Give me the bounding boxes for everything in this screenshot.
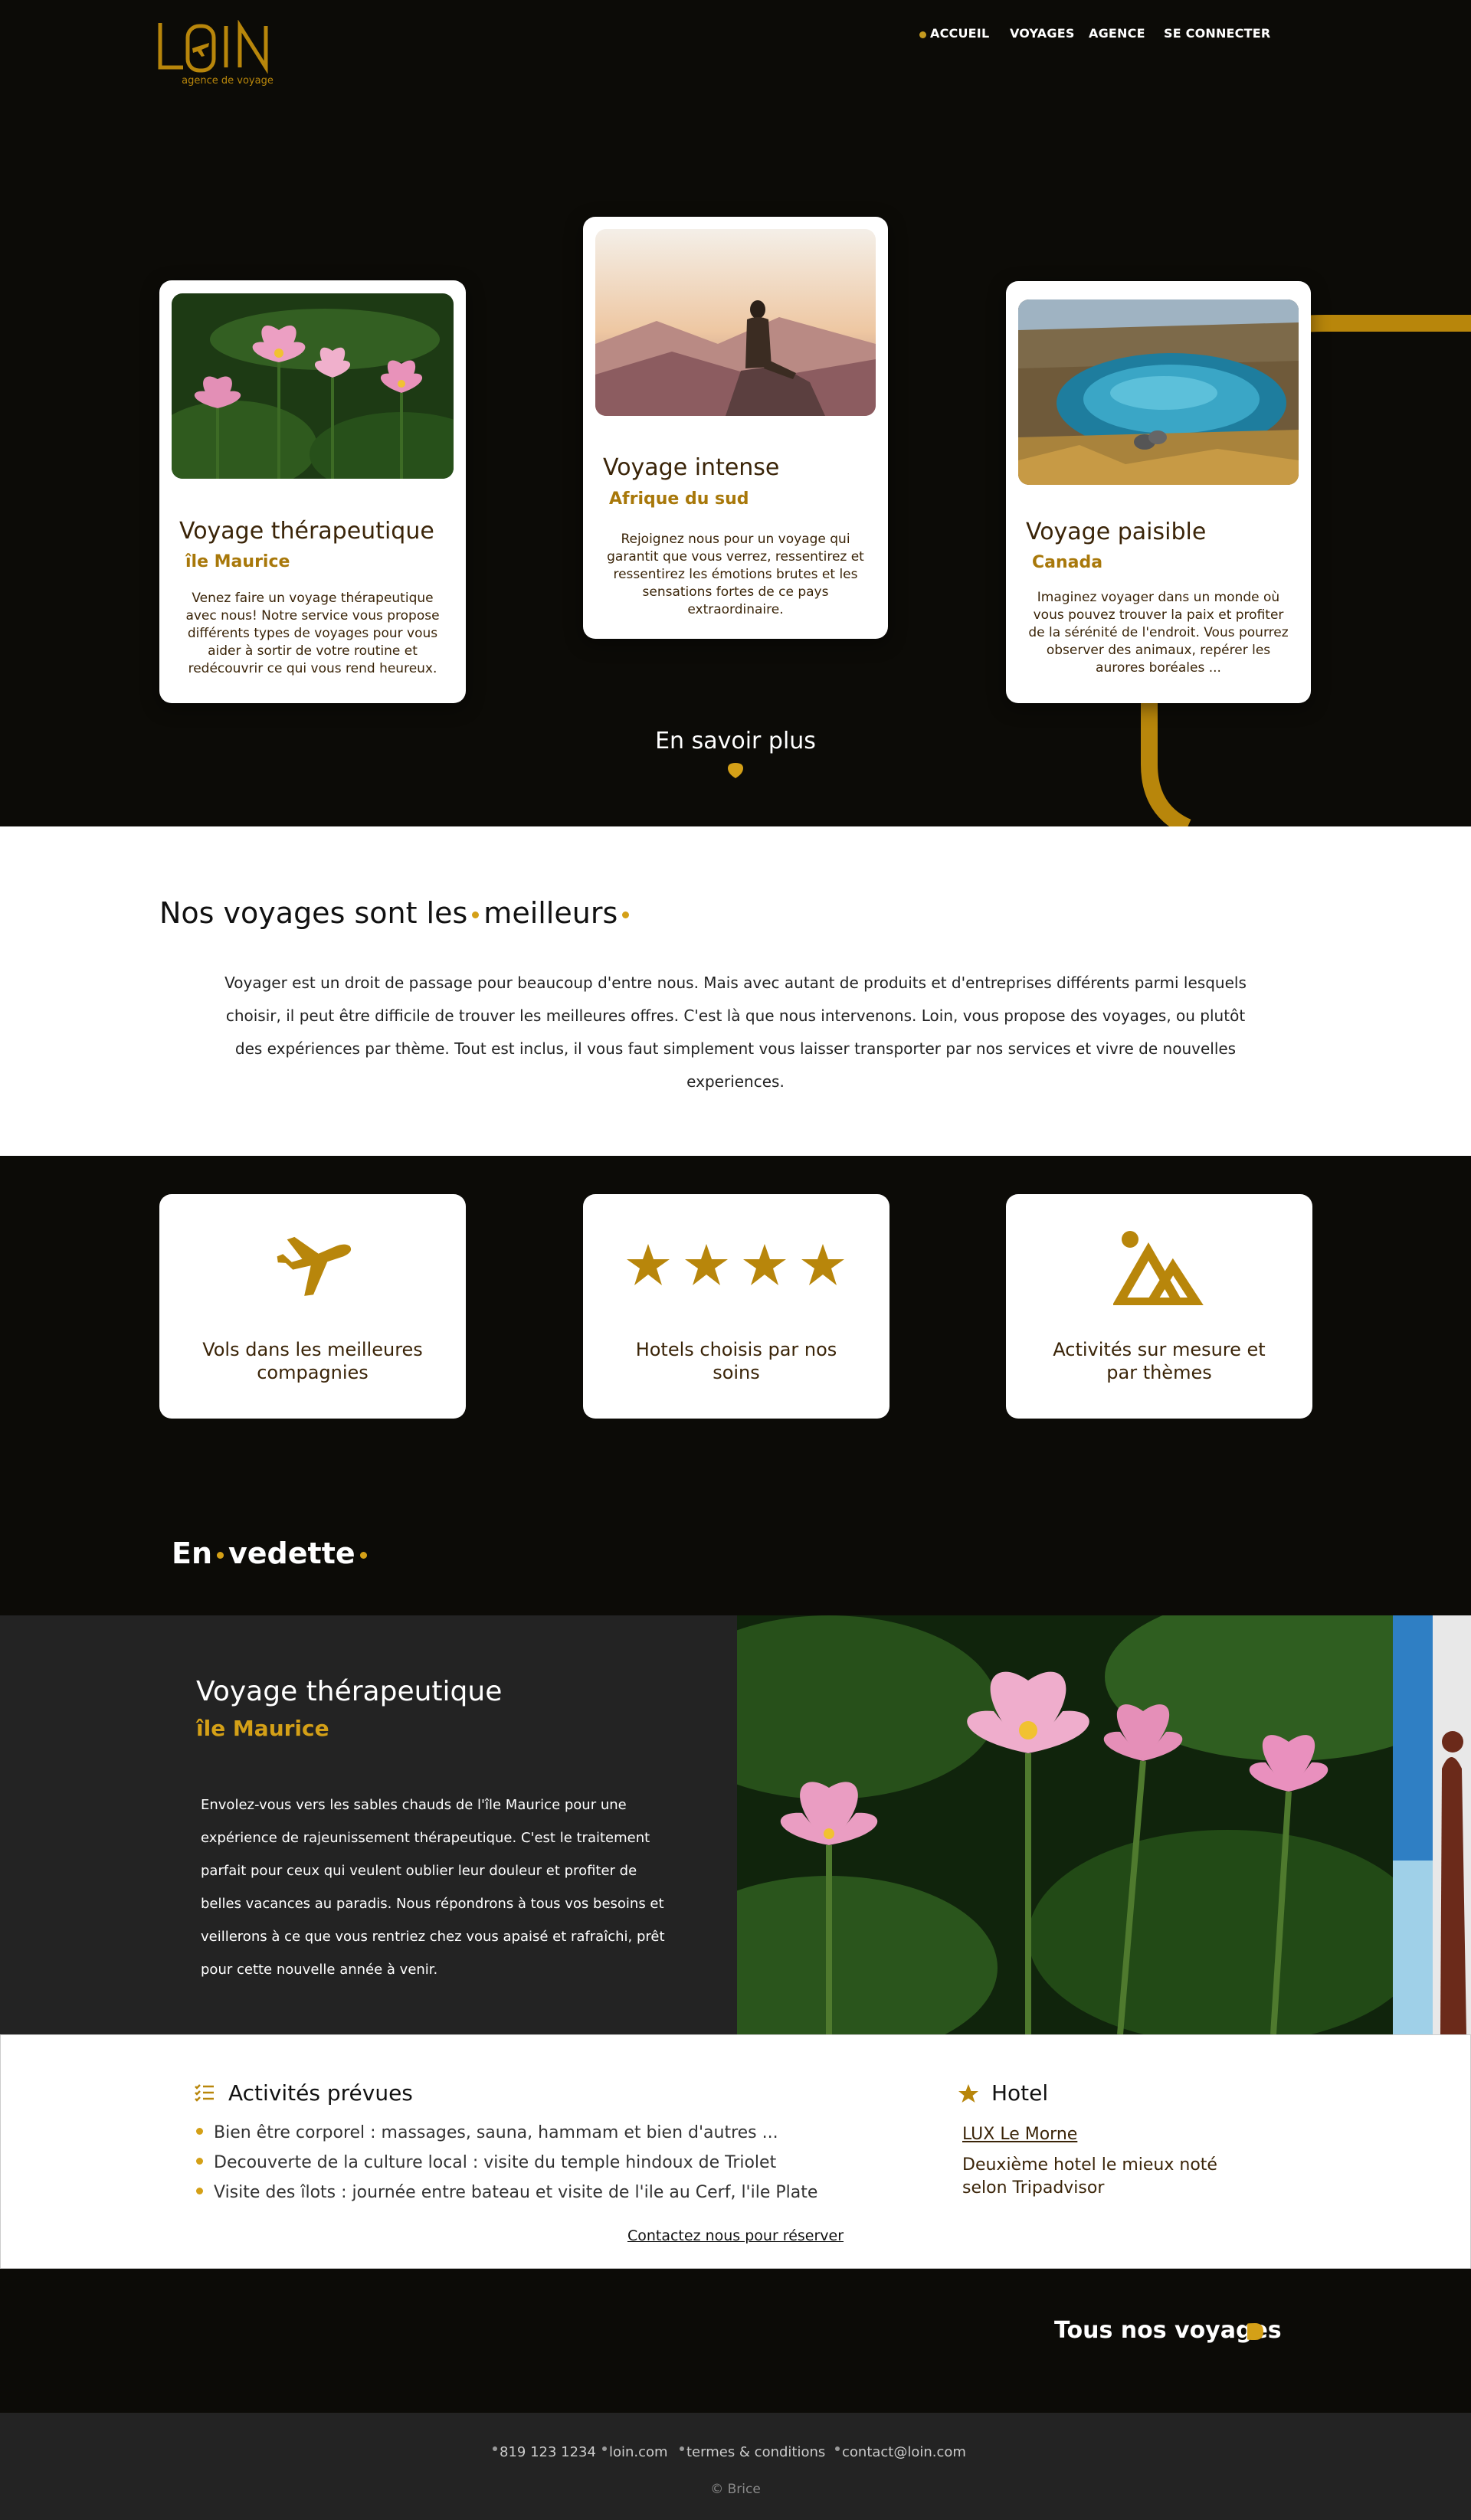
featured-lotus-image [737,1615,1393,2034]
plane-icon [277,1236,352,1296]
vedette-title-part-b: vedette [228,1537,355,1570]
next-slide-preview[interactable] [1393,1615,1471,2034]
nav-se-connecter[interactable]: SE CONNECTER [1164,26,1270,44]
feature-card-flights: Vols dans les meilleures compagnies [159,1194,466,1419]
card-subtitle: île Maurice [185,552,290,571]
feature-label: Activités sur mesure et par thèmes [1053,1339,1266,1383]
bullet [196,2157,203,2165]
mountain-icon [1113,1231,1204,1305]
star-icon [958,2084,978,2103]
chevron-down-icon[interactable] [727,762,744,779]
card-description: Imaginez voyager dans un monde où vous p… [1028,590,1289,676]
intro-title-part-a: Nos voyages sont les [159,896,468,930]
feature-label: Vols dans les meilleures compagnies [202,1339,423,1383]
intro-title-part-b: meilleurs [483,896,618,930]
activities-title: Activités prévues [228,2080,413,2106]
intro-text: Voyager est un droit de passage pour bea… [224,974,1247,1091]
title-dot [472,911,480,918]
vedette-title: En vedette [172,1537,372,1570]
footer-dot [680,2446,684,2451]
footer-email[interactable]: contact@loin.com [835,2444,966,2460]
intro-title: Nos voyages sont les meilleurs [159,896,634,930]
card-subtitle: Canada [1032,553,1103,572]
nav-agence[interactable]: AGENCE [1089,26,1145,44]
feature-card-hotels: Hotels choisis par nos soins [583,1194,889,1419]
nav-accueil[interactable]: ACCUEIL [919,26,990,44]
active-nav-dot [919,31,926,38]
card-subtitle: Afrique du sud [609,489,749,509]
footer-phone-label: 819 123 1234 [500,2444,596,2460]
card-title: Voyage paisible [1026,519,1207,545]
lotus-image [172,293,454,479]
title-dot [359,1552,367,1559]
feature-label: Hotels choisis par nos soins [635,1339,837,1383]
vedette-title-part-a: En [172,1537,213,1570]
footer-website-label: loin.com [609,2444,668,2460]
copyright: © Brice [710,2482,761,2497]
card-description: Rejoignez nous pour un voyage qui garant… [607,532,864,617]
bullet [196,2127,203,2135]
featured-subtitle: île Maurice [196,1716,329,1741]
nav-voyages[interactable]: VOYAGES [1010,26,1075,44]
feature-card-activities: Activités sur mesure et par thèmes [1006,1194,1312,1419]
hero-card-intense[interactable]: Voyage intense Afrique du sud Rejoignez … [583,217,888,639]
title-dot [217,1552,224,1559]
hero-card-paisible[interactable]: Voyage paisible Canada Imaginez voyager … [1006,281,1311,703]
stars-icon [627,1244,844,1285]
activity-text: Visite des îlots : journée entre bateau … [214,2183,818,2202]
hero-card-therapeutique[interactable]: Voyage thérapeutique île Maurice Venez f… [159,280,466,703]
en-savoir-plus-link[interactable]: En savoir plus [613,728,858,754]
featured-title: Voyage thérapeutique [196,1676,503,1707]
footer-terms[interactable]: termes & conditions [680,2444,825,2460]
activity-item: Decouverte de la culture local : visite … [196,2153,776,2172]
lake-image [1018,299,1299,485]
footer-terms-label: termes & conditions [686,2444,826,2460]
card-title: Voyage intense [603,454,780,481]
title-dot [622,911,630,918]
footer [0,2413,1471,2520]
footer-phone[interactable]: 819 123 1234 [493,2444,596,2460]
footer-email-label: contact@loin.com [842,2444,966,2460]
mountain-woman-image [595,229,876,416]
chevron-right-icon[interactable] [1246,2322,1264,2341]
activity-item: Visite des îlots : journée entre bateau … [196,2183,817,2202]
logo-tagline: agence de voyage [182,75,274,87]
featured-text: Envolez-vous vers les sables chauds de l… [201,1797,665,1978]
checklist-icon [195,2084,214,2102]
contact-reserve-link[interactable]: Contactez nous pour réserver [582,2227,889,2244]
card-title: Voyage thérapeutique [179,518,434,545]
card-description: Venez faire un voyage thérapeutique avec… [185,591,440,676]
activity-item: Bien être corporel : massages, sauna, ha… [196,2123,778,2142]
activity-text: Decouverte de la culture local : visite … [214,2153,777,2172]
activity-text: Bien être corporel : massages, sauna, ha… [214,2123,778,2142]
footer-website[interactable]: loin.com [602,2444,668,2460]
hotel-title: Hotel [991,2080,1049,2106]
footer-dot [835,2446,840,2451]
bullet [196,2187,203,2194]
footer-dot [493,2446,497,2451]
hotel-description: Deuxième hotel le mieux noté selon Tripa… [962,2155,1217,2198]
hotel-name-link[interactable]: LUX Le Morne [962,2125,1077,2144]
footer-dot [602,2446,607,2451]
nav-accueil-label: ACCUEIL [930,26,990,41]
